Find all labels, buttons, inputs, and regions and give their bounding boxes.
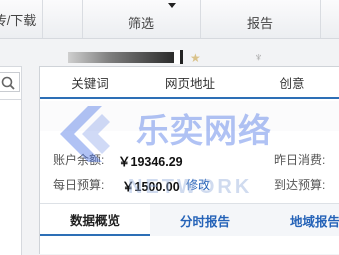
filter-label: 筛选 (127, 15, 154, 31)
tab-urls-label: 网页地址 (164, 76, 215, 91)
tab-hourly-report[interactable]: 分时报告 (150, 204, 260, 236)
tab-keywords[interactable]: 关键词 (50, 67, 130, 97)
upload-download-button[interactable]: 传/下载 (0, 0, 43, 38)
type-tabs: 关键词 网页地址 创意 (40, 67, 339, 99)
masked-end (180, 50, 183, 64)
report-button[interactable]: 报告 (200, 0, 321, 38)
badge-icon: ♆ (254, 50, 263, 64)
watermark-text-en: NETWORK (128, 176, 253, 198)
search-button[interactable] (0, 72, 20, 92)
tab-creatives-label: 创意 (279, 76, 305, 91)
upload-download-label: 传/下载 (0, 12, 37, 28)
balance-value: ￥19346.29 (118, 155, 183, 169)
tab-urls[interactable]: 网页地址 (150, 67, 230, 97)
report-label: 报告 (246, 15, 273, 31)
top-toolbar: 传/下载 筛选 报告 (0, 0, 339, 39)
star-icon: ★ (190, 51, 201, 65)
yesterday-spend-label: 昨日消费: (274, 153, 326, 167)
tab-creatives[interactable]: 创意 (252, 67, 332, 97)
tab-hourly-report-label: 分时报告 (179, 214, 230, 229)
search-icon (1, 76, 15, 90)
toolbar-separator (42, 0, 83, 38)
tab-data-overview[interactable]: 数据概览 (40, 204, 150, 236)
watermark-text-cn: 乐奕网络 (136, 111, 272, 150)
tab-data-overview-label: 数据概览 (69, 213, 120, 228)
watermark-logo-icon (60, 106, 110, 162)
daily-budget-label: 每日预算: (53, 178, 105, 192)
report-tabs: 数据概览 分时报告 地域报告 (40, 203, 339, 236)
filter-dropdown-icon[interactable] (168, 3, 176, 8)
left-panel (0, 66, 22, 255)
tab-region-report[interactable]: 地域报告 (260, 204, 339, 236)
tab-keywords-label: 关键词 (71, 76, 109, 91)
left-divider (0, 99, 21, 100)
reach-budget-label: 到达预算: (274, 178, 326, 192)
masked-account-name (68, 52, 174, 63)
filter-button[interactable]: 筛选 (82, 0, 201, 38)
tab-region-report-label: 地域报告 (289, 214, 339, 229)
